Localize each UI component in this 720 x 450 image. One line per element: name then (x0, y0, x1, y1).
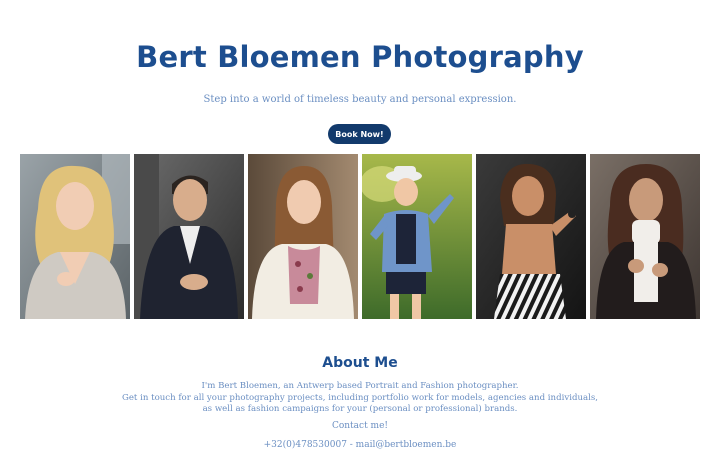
portrait-image (134, 154, 244, 319)
book-now-button[interactable]: Book Now! (328, 124, 391, 144)
portrait-image (248, 154, 358, 319)
portrait-image (362, 154, 472, 319)
portrait-image (476, 154, 586, 319)
gallery-photo-1[interactable] (20, 154, 130, 319)
gallery-photo-4[interactable] (362, 154, 472, 319)
gallery-photo-3[interactable] (248, 154, 358, 319)
about-heading: About Me (322, 355, 398, 371)
photo-gallery (20, 154, 700, 319)
portrait-image (20, 154, 130, 319)
about-line: Get in touch for all your photography pr… (121, 392, 598, 403)
about-text: I'm Bert Bloemen, an Antwerp based Portr… (0, 381, 720, 416)
portrait-image (590, 154, 700, 319)
contact-me-link[interactable]: Contact me! (0, 421, 720, 431)
gallery-photo-2[interactable] (134, 154, 244, 319)
tagline: Step into a world of timeless beauty and… (203, 94, 517, 105)
contact-info: +32(0)478530007 - mail@bertbloemen.be (263, 440, 457, 450)
about-line: as well as fashion campaigns for your (p… (202, 404, 518, 414)
gallery-photo-6[interactable] (590, 154, 700, 319)
gallery-photo-5[interactable] (476, 154, 586, 319)
about-line: I'm Bert Bloemen, an Antwerp based Portr… (201, 381, 519, 391)
site-title: Bert Bloemen Photography (136, 40, 584, 74)
